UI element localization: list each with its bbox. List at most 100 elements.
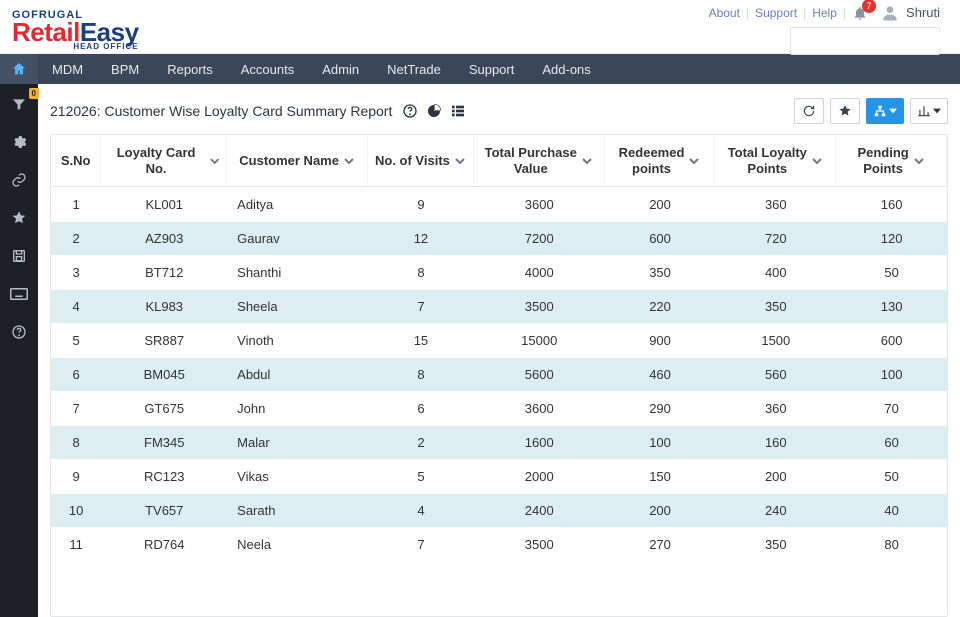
nav-admin[interactable]: Admin [308, 54, 373, 84]
cell-purchase: 3500 [474, 527, 605, 561]
cell-customer: Abdul [227, 357, 368, 391]
link-help[interactable]: Help [812, 6, 837, 20]
filter-badge: 0 [29, 88, 39, 99]
col-no-of-visits[interactable]: No. of Visits [368, 135, 474, 187]
search-input[interactable] [797, 33, 956, 49]
cell-purchase: 5600 [474, 357, 605, 391]
table-row[interactable]: 5SR887Vinoth15150009001500600 [51, 323, 947, 357]
cell-pending: 600 [836, 323, 947, 357]
link-support[interactable]: Support [755, 6, 797, 20]
col-loyalty-card-no[interactable]: Loyalty Card No. [101, 135, 227, 187]
nav-reports[interactable]: Reports [153, 54, 227, 84]
cell-purchase: 4000 [474, 255, 605, 289]
report-columns-button[interactable] [450, 103, 466, 119]
sidebar-favorites[interactable] [9, 208, 29, 228]
chevron-down-icon [688, 155, 700, 167]
nav-accounts[interactable]: Accounts [227, 54, 308, 84]
table-row[interactable]: 3BT712Shanthi8400035040050 [51, 255, 947, 289]
cell-sno: 4 [51, 289, 101, 323]
table-row[interactable]: 1KL001Aditya93600200360160 [51, 187, 947, 221]
col-total-loyalty-points[interactable]: Total LoyaltyPoints [715, 135, 836, 187]
report-chart-button[interactable] [426, 103, 442, 119]
link-icon [11, 172, 27, 188]
col-total-purchase-value[interactable]: Total PurchaseValue [474, 135, 605, 187]
cell-pending: 120 [836, 221, 947, 255]
col-sno[interactable]: S.No [51, 135, 101, 187]
cell-redeemed: 900 [605, 323, 716, 357]
toolbar-chart-dropdown[interactable] [910, 98, 948, 124]
cell-pending: 160 [836, 187, 947, 221]
cell-redeemed: 350 [605, 255, 716, 289]
user-icon [880, 3, 900, 23]
cell-sno: 5 [51, 323, 101, 357]
cell-customer: Shanthi [227, 255, 368, 289]
cell-purchase: 15000 [474, 323, 605, 357]
chevron-down-icon [343, 155, 355, 167]
cell-redeemed: 460 [605, 357, 716, 391]
sidebar-filter[interactable]: 0 [9, 94, 29, 114]
cell-card-no: KL983 [101, 289, 227, 323]
cell-redeemed: 200 [605, 493, 716, 527]
main-nav: MDM BPM Reports Accounts Admin NetTrade … [0, 54, 960, 84]
toolbar-hierarchy[interactable] [866, 98, 904, 124]
left-sidebar: 0 [0, 84, 38, 617]
table-row[interactable]: 8FM345Malar2160010016060 [51, 425, 947, 459]
nav-mdm[interactable]: MDM [38, 54, 97, 84]
global-search[interactable] [790, 27, 940, 55]
col-customer-name[interactable]: Customer Name [227, 135, 368, 187]
hierarchy-icon [873, 104, 887, 118]
report-table-wrap[interactable]: S.No Loyalty Card No. Customer Name No. … [50, 134, 948, 617]
cell-loyalty: 360 [715, 391, 836, 425]
sidebar-keyboard[interactable] [9, 284, 29, 304]
caret-down-icon [889, 107, 897, 115]
cell-visits: 4 [368, 493, 474, 527]
cell-sno: 1 [51, 187, 101, 221]
link-about[interactable]: About [709, 6, 740, 20]
table-row[interactable]: 10TV657Sarath4240020024040 [51, 493, 947, 527]
sidebar-help[interactable] [9, 322, 29, 342]
sidebar-link[interactable] [9, 170, 29, 190]
cell-pending: 50 [836, 255, 947, 289]
cell-sno: 8 [51, 425, 101, 459]
table-row[interactable]: 4KL983Sheela73500220350130 [51, 289, 947, 323]
cell-purchase: 3600 [474, 391, 605, 425]
pie-chart-icon [426, 103, 442, 119]
col-redeemed-points[interactable]: Redeemedpoints [605, 135, 716, 187]
cell-redeemed: 100 [605, 425, 716, 459]
brand-logo: GOFRUGAL RetailEasy HEAD OFFICE [12, 6, 139, 51]
cell-card-no: BM045 [101, 357, 227, 391]
cell-loyalty: 200 [715, 459, 836, 493]
user-name: Shruti [906, 5, 940, 20]
notifications-button[interactable]: 7 [852, 5, 868, 21]
star-icon [838, 104, 852, 118]
header-top-row: About | Support | Help | 7 Shruti [709, 3, 940, 23]
table-row[interactable]: 11RD764Neela7350027035080 [51, 527, 947, 561]
table-row[interactable]: 2AZ903Gaurav127200600720120 [51, 221, 947, 255]
main-panel: 212026: Customer Wise Loyalty Card Summa… [38, 84, 960, 617]
report-help-button[interactable] [402, 103, 418, 119]
nav-nettrade[interactable]: NetTrade [373, 54, 455, 84]
toolbar-refresh[interactable] [794, 98, 824, 124]
table-row[interactable]: 6BM045Abdul85600460560100 [51, 357, 947, 391]
bar-chart-icon [917, 104, 931, 118]
toolbar-favorite[interactable] [830, 98, 860, 124]
filter-icon [11, 96, 27, 112]
nav-addons[interactable]: Add-ons [528, 54, 604, 84]
cell-card-no: AZ903 [101, 221, 227, 255]
cell-purchase: 2000 [474, 459, 605, 493]
nav-home[interactable] [0, 54, 38, 84]
table-row[interactable]: 7GT675John6360029036070 [51, 391, 947, 425]
nav-bpm[interactable]: BPM [97, 54, 153, 84]
star-icon [11, 210, 27, 226]
col-pending-points[interactable]: PendingPoints [836, 135, 947, 187]
cell-pending: 40 [836, 493, 947, 527]
table-row[interactable]: 9RC123Vikas5200015020050 [51, 459, 947, 493]
sidebar-save[interactable] [9, 246, 29, 266]
refresh-icon [802, 104, 816, 118]
cell-customer: Gaurav [227, 221, 368, 255]
sidebar-settings[interactable] [9, 132, 29, 152]
separator: | [843, 6, 846, 20]
nav-support[interactable]: Support [455, 54, 529, 84]
cell-visits: 7 [368, 527, 474, 561]
user-menu[interactable]: Shruti [880, 3, 940, 23]
